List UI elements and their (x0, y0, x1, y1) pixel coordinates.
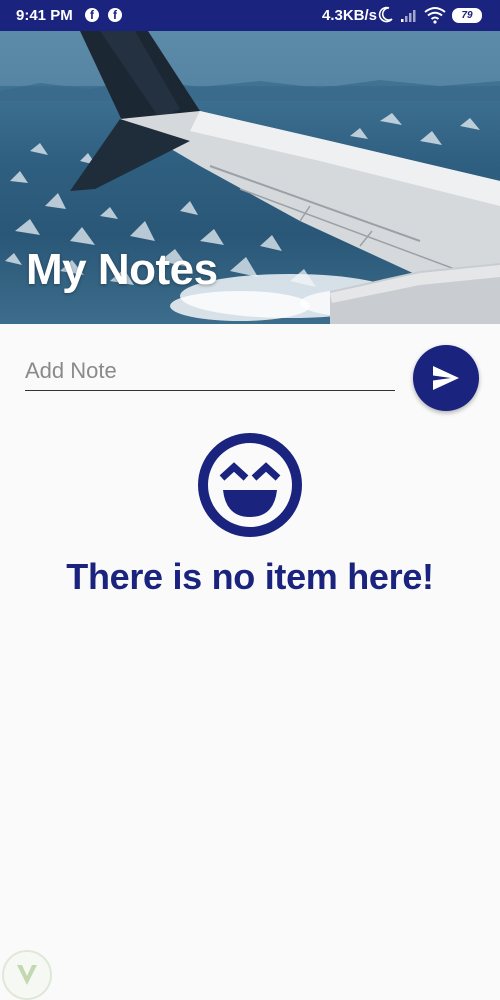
wifi-icon (424, 7, 446, 24)
smiley-icon (198, 433, 302, 537)
add-note-input[interactable] (25, 352, 395, 391)
header-banner: My Notes (0, 31, 500, 324)
facebook-icon: f (108, 8, 122, 22)
network-speed: 4.3KB/s (322, 7, 378, 24)
watermark-icon (17, 965, 37, 985)
signal-icon (401, 10, 416, 22)
page-title: My Notes (26, 245, 218, 294)
watermark-logo (2, 950, 52, 1000)
send-icon (433, 366, 459, 390)
moon-icon (378, 6, 393, 23)
facebook-icon: f (85, 8, 99, 22)
status-time: 9:41 PM (16, 7, 73, 24)
status-bar: 9:41 PM f f 4.3KB/s 79 (0, 0, 500, 31)
app-screen: 9:41 PM f f 4.3KB/s 79 My Notes Add Note… (0, 0, 500, 1000)
send-button[interactable] (413, 345, 479, 411)
empty-state-message: There is no item here! (66, 556, 434, 597)
battery-icon: 79 (452, 8, 482, 23)
